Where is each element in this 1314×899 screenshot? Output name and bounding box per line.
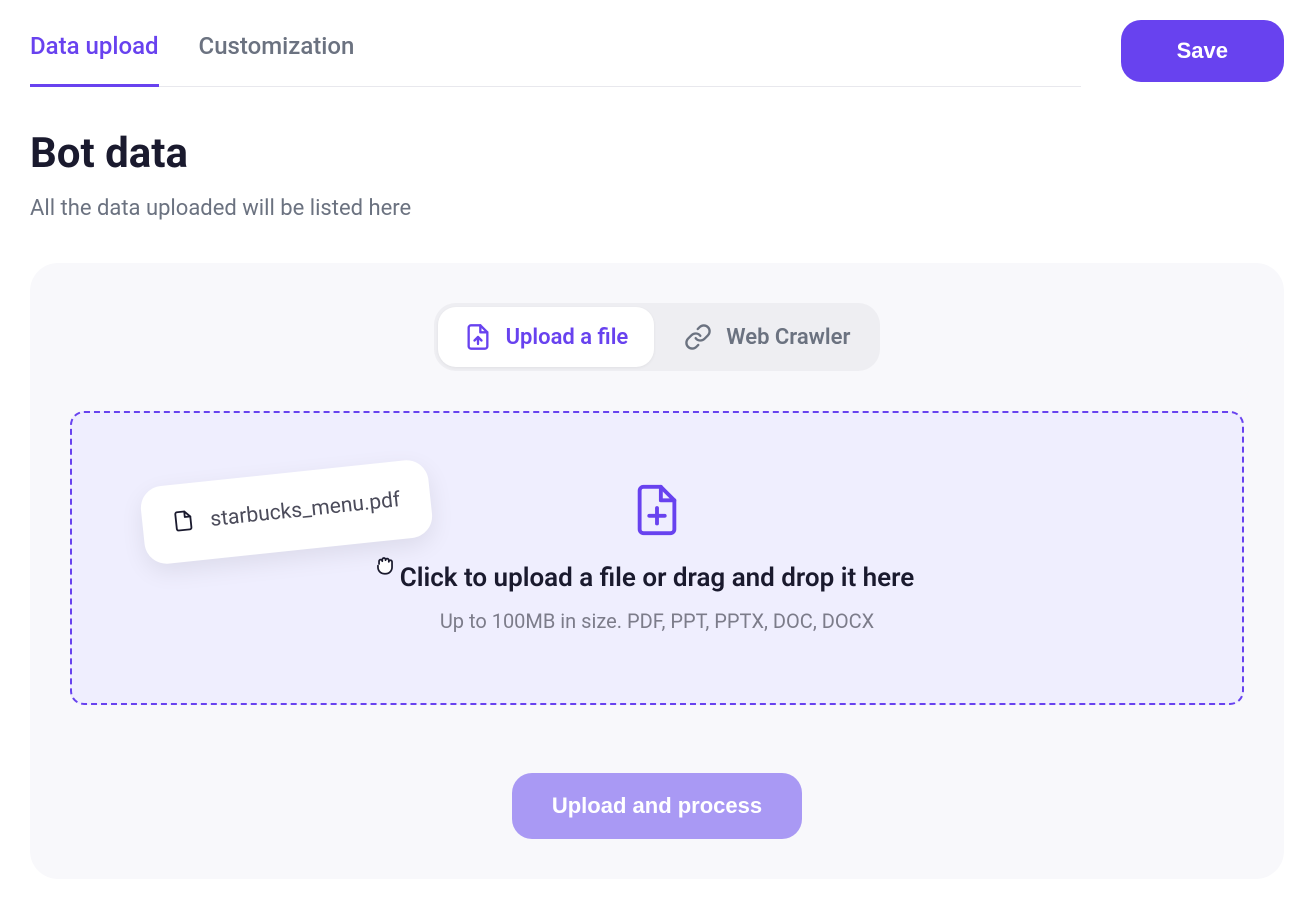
- link-icon: [684, 323, 712, 351]
- document-icon: [171, 509, 196, 537]
- tab-customization[interactable]: Customization: [199, 20, 355, 87]
- dropzone-subtitle: Up to 100MB in size. PDF, PPT, PPTX, DOC…: [440, 609, 874, 633]
- tabs-container: Data upload Customization: [30, 20, 1081, 87]
- file-dropzone[interactable]: Click to upload a file or drag and drop …: [70, 411, 1244, 705]
- tab-data-upload[interactable]: Data upload: [30, 20, 159, 87]
- segment-upload-file[interactable]: Upload a file: [438, 307, 655, 367]
- upload-mode-segmented: Upload a file Web Crawler: [434, 303, 881, 371]
- dragged-file-name: starbucks_menu.pdf: [209, 488, 401, 532]
- segment-web-crawler[interactable]: Web Crawler: [658, 307, 876, 367]
- upload-card: Upload a file Web Crawler Click to uploa…: [30, 263, 1284, 879]
- segment-upload-file-label: Upload a file: [506, 325, 629, 350]
- file-plus-icon: [633, 483, 681, 537]
- page-title: Bot data: [30, 129, 1284, 178]
- upload-process-button[interactable]: Upload and process: [512, 773, 802, 839]
- dragged-file-chip[interactable]: starbucks_menu.pdf: [139, 458, 434, 566]
- save-button[interactable]: Save: [1121, 20, 1284, 82]
- grab-cursor-icon: [372, 551, 398, 581]
- page-subtitle: All the data uploaded will be listed her…: [30, 196, 1284, 221]
- dropzone-title: Click to upload a file or drag and drop …: [400, 563, 915, 593]
- file-upload-icon: [464, 323, 492, 351]
- segment-web-crawler-label: Web Crawler: [726, 325, 850, 350]
